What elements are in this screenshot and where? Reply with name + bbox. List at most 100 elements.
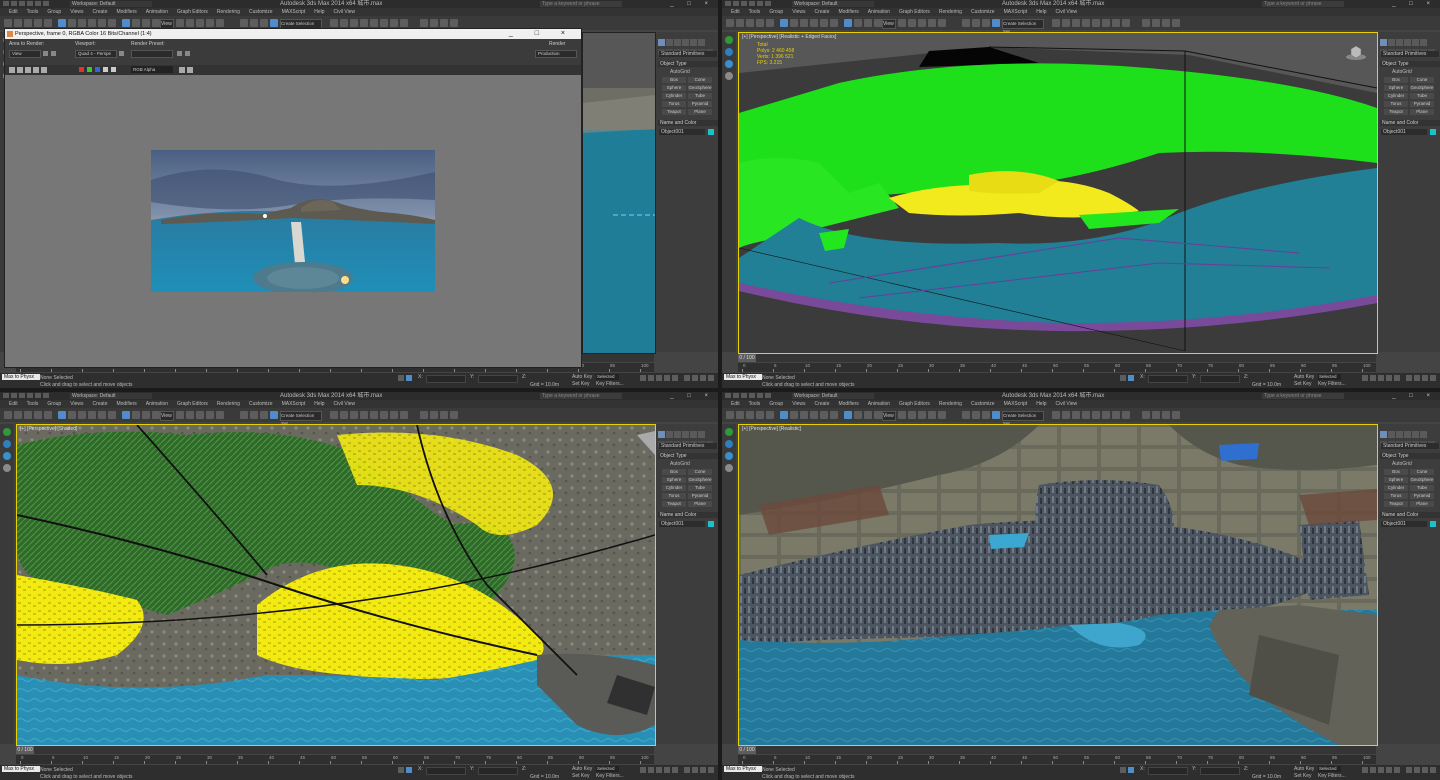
toolbar-button[interactable] <box>44 19 52 27</box>
maximize-viewport-icon[interactable] <box>708 375 714 381</box>
toolbar-button[interactable] <box>938 19 946 27</box>
primitive-button[interactable]: Cone <box>688 77 712 83</box>
ribbon-icon[interactable] <box>3 452 11 460</box>
primitive-button[interactable]: Plane <box>688 501 712 507</box>
toolbar-button[interactable] <box>330 411 338 419</box>
toolbar-button[interactable] <box>370 411 378 419</box>
toolbar-button[interactable] <box>206 411 214 419</box>
toolbar-button[interactable] <box>350 19 358 27</box>
toolbar-button[interactable] <box>1152 19 1160 27</box>
object-type-rollout[interactable]: Object Type <box>658 61 718 67</box>
primitive-button[interactable]: Cylinder <box>1384 485 1408 491</box>
play-icon[interactable] <box>656 767 662 773</box>
toolbar-button[interactable] <box>186 411 194 419</box>
primitive-button[interactable]: GeoSphere <box>1410 85 1434 91</box>
toolbar-button[interactable] <box>186 19 194 27</box>
toolbar-button[interactable] <box>1142 411 1150 419</box>
object-color-swatch[interactable] <box>1430 129 1436 135</box>
toolbar-button[interactable] <box>1092 411 1100 419</box>
selection-set-dropdown[interactable]: Create Selection Set <box>1002 411 1044 426</box>
autogrid-checkbox[interactable]: AutoGrid <box>670 69 690 75</box>
toolbar-button[interactable] <box>1172 411 1180 419</box>
workspace-dropdown[interactable]: Workspace: Default <box>70 393 152 399</box>
toolbar-button[interactable] <box>992 411 1000 419</box>
object-type-rollout[interactable]: Object Type <box>1380 61 1440 67</box>
toolbar-button[interactable] <box>928 19 936 27</box>
render-button[interactable]: Render <box>549 41 565 47</box>
toolbar-button[interactable] <box>962 19 970 27</box>
play-icon[interactable] <box>1378 767 1384 773</box>
workspace-dropdown[interactable]: Workspace: Default <box>792 1 874 7</box>
lock-icon[interactable] <box>119 51 124 56</box>
toolbar-button[interactable] <box>908 411 916 419</box>
next-frame-icon[interactable] <box>1386 767 1392 773</box>
next-frame-icon[interactable] <box>1386 375 1392 381</box>
key-filters-button[interactable]: Key Filters... <box>1318 381 1346 387</box>
menu-item[interactable]: Animation <box>868 9 890 15</box>
auto-key-button[interactable]: Auto Key <box>1294 374 1314 380</box>
window-buttons[interactable]: _ □ × <box>670 1 714 7</box>
toolbar-button[interactable] <box>78 19 86 27</box>
menu-item[interactable]: Help <box>314 9 324 15</box>
menu-item[interactable]: MAXScript <box>282 9 306 15</box>
viewport-perspective[interactable] <box>582 32 656 354</box>
ribbon-icon[interactable] <box>3 428 11 436</box>
toolbar-button[interactable] <box>450 19 458 27</box>
orbit-icon[interactable] <box>1422 767 1428 773</box>
environment-icon[interactable] <box>185 51 190 56</box>
autogrid-checkbox[interactable]: AutoGrid <box>1392 69 1412 75</box>
menu-item[interactable]: Civil View <box>334 9 356 15</box>
time-slider-knob[interactable]: 0 / 100 <box>738 746 756 754</box>
toolbar-button[interactable] <box>820 19 828 27</box>
menu-item[interactable]: Create <box>814 401 829 407</box>
primitive-button[interactable]: Cone <box>1410 469 1434 475</box>
goto-start-icon[interactable] <box>640 767 646 773</box>
menu-item[interactable]: Edit <box>731 9 740 15</box>
toolbar-button[interactable] <box>250 411 258 419</box>
toolbar-button[interactable] <box>1162 19 1170 27</box>
window-buttons[interactable]: _ □ × <box>670 393 714 399</box>
toolbar-button[interactable] <box>440 19 448 27</box>
primitive-button[interactable]: GeoSphere <box>688 477 712 483</box>
maximize-viewport-icon[interactable] <box>1430 767 1436 773</box>
menu-item[interactable]: Rendering <box>217 401 240 407</box>
toolbar-button[interactable] <box>1062 19 1070 27</box>
goto-start-icon[interactable] <box>1362 375 1368 381</box>
x-coordinate-field[interactable] <box>426 767 466 775</box>
x-coordinate-field[interactable] <box>1148 375 1188 383</box>
primitive-type-dropdown[interactable]: Standard Primitives <box>659 51 717 57</box>
toolbar-button[interactable] <box>390 19 398 27</box>
menu-item[interactable]: Modifiers <box>116 401 136 407</box>
toolbar-button[interactable] <box>122 411 130 419</box>
primitive-button[interactable]: Plane <box>688 109 712 115</box>
toolbar-button[interactable] <box>34 19 42 27</box>
toolbar-button[interactable] <box>820 411 828 419</box>
toolbar-button[interactable] <box>908 19 916 27</box>
menu-item[interactable]: MAXScript <box>282 401 306 407</box>
menu-item[interactable]: Group <box>769 401 783 407</box>
primitive-button[interactable]: Torus <box>1384 101 1408 107</box>
toolbar-button[interactable] <box>108 19 116 27</box>
menu-item[interactable]: Modifiers <box>838 401 858 407</box>
window-buttons[interactable]: _ □ × <box>1392 1 1436 7</box>
toolbar-button[interactable] <box>864 19 872 27</box>
absolute-mode-icon[interactable] <box>1128 767 1134 773</box>
goto-end-icon[interactable] <box>672 375 678 381</box>
render-frame-window[interactable]: Perspective, frame 0, RGBA Color 16 Bits… <box>4 28 582 368</box>
menu-item[interactable]: Create <box>92 9 107 15</box>
toolbar-button[interactable] <box>1052 411 1060 419</box>
maxscript-listener[interactable]: Max to Physx <box>724 766 762 772</box>
toolbar-button[interactable] <box>992 19 1000 27</box>
toolbar-button[interactable] <box>766 411 774 419</box>
y-coordinate-field[interactable] <box>1200 767 1240 775</box>
menu-item[interactable]: Help <box>1036 9 1046 15</box>
toolbar-button[interactable] <box>420 411 428 419</box>
ribbon-icon[interactable] <box>3 464 11 472</box>
prev-frame-icon[interactable] <box>1370 375 1376 381</box>
toolbar-button[interactable] <box>132 19 140 27</box>
name-and-color-rollout[interactable]: Name and Color <box>1380 512 1440 518</box>
toolbar-button[interactable] <box>88 411 96 419</box>
toolbar-button[interactable] <box>450 411 458 419</box>
primitive-type-dropdown[interactable]: Standard Primitives <box>659 443 717 449</box>
autogrid-checkbox[interactable]: AutoGrid <box>670 461 690 467</box>
